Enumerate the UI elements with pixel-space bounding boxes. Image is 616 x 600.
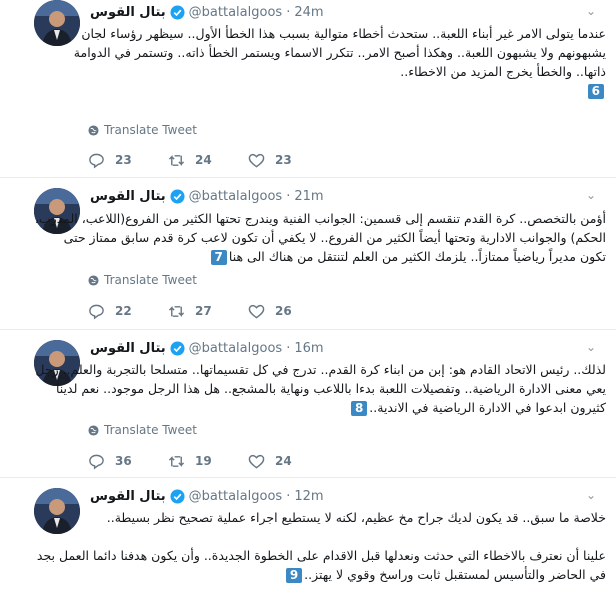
retweet-count: 19 [195,454,212,468]
author-name[interactable]: بتال القوس [90,189,166,204]
tweet-line: الحكم) والجوانب الادارية وتحتها أيضاً ال… [63,230,606,245]
retweet-icon [168,154,185,166]
separator-dot: · [286,188,291,204]
tweet-text: لذلك.. رئيس الاتحاد القادم هو: إبن من اب… [35,360,606,417]
reply-count: 23 [115,153,132,167]
tweet[interactable]: بتال القوس @battalalgoos · 12m ⌄ خلاصة م… [0,478,616,600]
like-icon [248,153,265,168]
avatar[interactable] [34,0,80,46]
tweet-line: كثيرون ابدعوا في الادارة الرياضية في الا… [369,400,606,415]
chevron-down-icon[interactable]: ⌄ [584,340,598,354]
separator-dot: · [286,488,291,504]
reply-button[interactable]: 36 [88,453,168,470]
chevron-down-icon[interactable]: ⌄ [584,4,598,18]
tweet-line: يعي معنى الادارة الرياضية.. وتفصيلات الل… [55,381,606,396]
translate-tweet-link[interactable]: Translate Tweet [88,272,197,288]
thread-number-badge: 7 [210,250,227,265]
tweet-header: بتال القوس @battalalgoos · 21m [90,186,324,206]
avatar[interactable] [34,488,80,534]
retweet-button[interactable]: 27 [168,303,248,320]
tweet-line-with-badge: تكون مديراً رياضياً ممتازاً.. يلزمك الكث… [88,247,606,266]
reply-icon [89,454,104,470]
reply-count: 22 [115,304,132,318]
verified-badge-icon [170,340,185,356]
tweet-actions: 22 27 26 [88,301,328,321]
reply-icon [89,153,104,169]
retweet-icon [168,305,185,317]
like-count: 23 [275,153,292,167]
tweet[interactable]: بتال القوس @battalalgoos · 21m ⌄ أؤمن با… [0,178,616,330]
tweet-line: خلاصة ما سبق.. قد يكون لديك جراح مخ عظيم… [106,510,606,525]
tweet-text: أؤمن بالتخصص.. كرة القدم تنقسم إلى قسمين… [34,209,606,266]
tweet-line: تكون مديراً رياضياً ممتازاً.. يلزمك الكث… [228,249,606,264]
chevron-down-icon[interactable]: ⌄ [584,188,598,202]
tweet-time[interactable]: 12m [294,489,323,504]
globe-icon [88,124,99,136]
tweet-line: عندما يتولى الامر غير أبناء اللعبة.. ستح… [81,26,606,41]
tweet-line: في الحاضر والتأسيس لمستقبل ثابت وراسخ وق… [304,567,606,582]
author-handle[interactable]: @battalalgoos [189,341,283,356]
tweet-header: بتال القوس @battalalgoos · 16m [90,338,324,358]
tweet-time[interactable]: 24m [294,5,323,20]
author-name[interactable]: بتال القوس [90,5,166,20]
reply-button[interactable]: 23 [88,152,168,169]
tweet-header: بتال القوس @battalalgoos · 12m [90,486,324,506]
tweet[interactable]: بتال القوس @battalalgoos · 16m ⌄ لذلك.. … [0,330,616,478]
verified-badge-icon [170,188,185,204]
thread-number-badge: 9 [285,568,303,583]
tweet-line: علينا أن نعترف بالاخطاء التي حدثت ونعدله… [36,548,606,563]
translate-tweet-link[interactable]: Translate Tweet [88,422,197,438]
globe-icon [88,274,99,286]
like-icon [248,454,265,469]
tweet-text: عندما يتولى الامر غير أبناء اللعبة.. ستح… [73,24,606,100]
verified-badge-icon [170,488,185,504]
tweet-line: أؤمن بالتخصص.. كرة القدم تنقسم إلى قسمين… [34,211,606,226]
like-button[interactable]: 24 [248,453,328,470]
reply-count: 36 [115,454,132,468]
author-handle[interactable]: @battalalgoos [189,489,283,504]
tweet-header: بتال القوس @battalalgoos · 24m [90,2,324,22]
translate-tweet-label: Translate Tweet [104,123,197,137]
tweet-line [88,527,606,546]
separator-dot: · [286,4,291,20]
author-handle[interactable]: @battalalgoos [189,189,283,204]
chevron-down-icon[interactable]: ⌄ [584,488,598,502]
globe-icon [88,424,99,436]
reply-icon [89,304,104,320]
tweet-time[interactable]: 16m [294,341,323,356]
translate-tweet-link[interactable]: Translate Tweet [88,122,197,138]
like-button[interactable]: 23 [248,152,328,169]
like-count: 24 [275,454,292,468]
retweet-icon [168,455,185,467]
tweet[interactable]: بتال القوس @battalalgoos · 24m ⌄ عندما ي… [0,0,616,178]
tweet-line: يشبهونهم ولا يشبهون اللعبة.. وهكذا أصبح … [73,45,606,60]
author-name[interactable]: بتال القوس [90,341,166,356]
thread-number-badge: 8 [350,401,368,416]
retweet-count: 24 [195,153,212,167]
translate-tweet-label: Translate Tweet [104,273,197,287]
like-button[interactable]: 26 [248,303,328,320]
tweet-text: خلاصة ما سبق.. قد يكون لديك جراح مخ عظيم… [36,508,606,584]
tweet-line-with-badge: في الحاضر والتأسيس لمستقبل ثابت وراسخ وق… [88,565,606,584]
verified-badge-icon [170,4,185,20]
author-handle[interactable]: @battalalgoos [189,5,283,20]
tweet-line: لذلك.. رئيس الاتحاد القادم هو: إبن من اب… [35,362,606,377]
translate-tweet-label: Translate Tweet [104,423,197,437]
tweet-actions: 23 24 23 [88,150,328,170]
retweet-count: 27 [195,304,212,318]
tweet-line: ذاتها.. والخطأ يخرج المزيد من الاخطاء.. [400,64,606,79]
like-count: 26 [275,304,292,318]
tweet-time[interactable]: 21m [294,189,323,204]
retweet-button[interactable]: 24 [168,152,248,169]
thread-number-badge: 6 [587,84,604,99]
separator-dot: · [286,340,291,356]
tweet-line-badge-row: 6 [88,81,606,100]
like-icon [248,304,265,319]
retweet-button[interactable]: 19 [168,453,248,470]
reply-button[interactable]: 22 [88,303,168,320]
tweet-actions: 36 19 24 [88,451,328,471]
tweet-line-with-badge: كثيرون ابدعوا في الادارة الرياضية في الا… [88,398,606,417]
author-name[interactable]: بتال القوس [90,489,166,504]
